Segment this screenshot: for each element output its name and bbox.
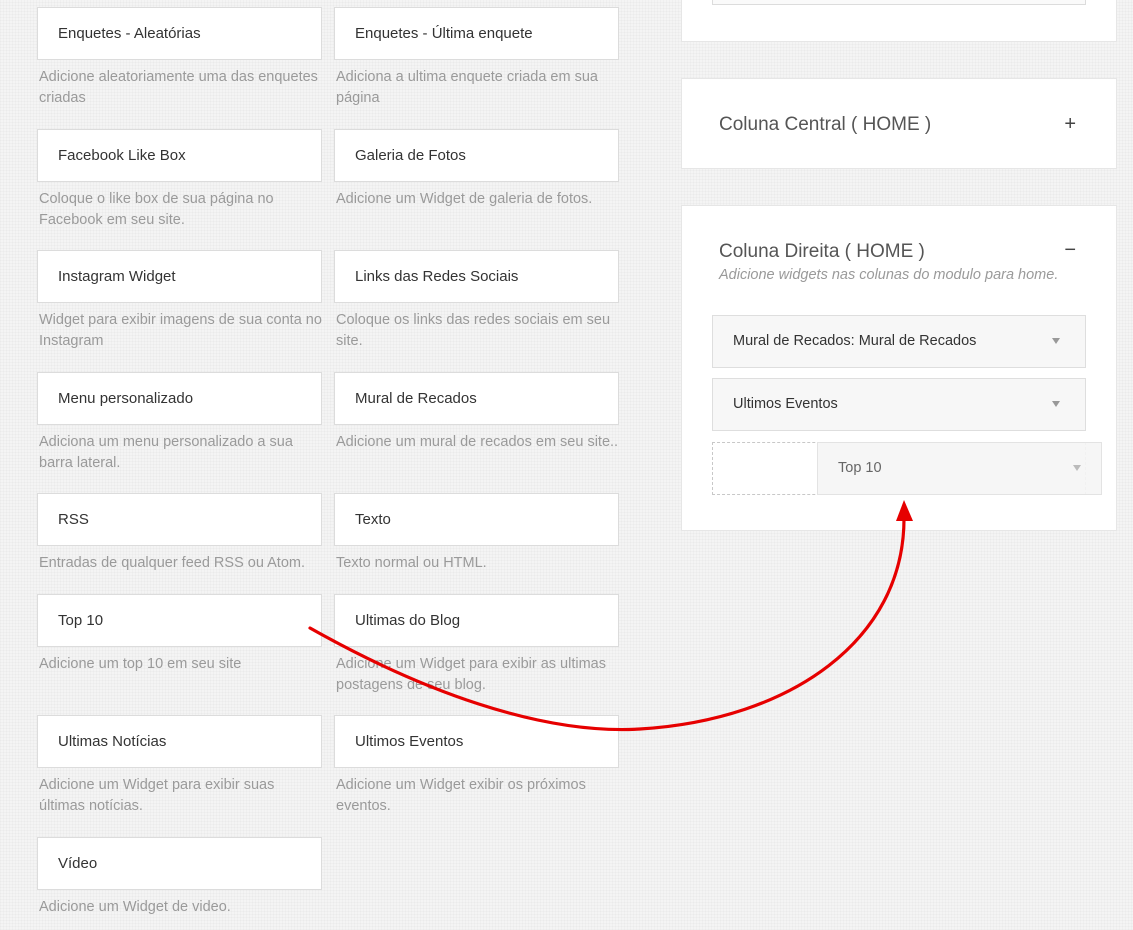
widget-title[interactable]: Vídeo bbox=[37, 837, 322, 890]
widget-title[interactable]: Menu personalizado bbox=[37, 372, 322, 425]
widget-description: Adicione aleatoriamente uma das enquetes… bbox=[39, 69, 318, 106]
sidebar-widget-label: Top 10 bbox=[838, 460, 882, 476]
caret-down-icon[interactable] bbox=[1052, 338, 1060, 344]
widget-description: Adicione um Widget exibir os próximos ev… bbox=[336, 777, 586, 814]
widget-ultimos-eventos[interactable]: Ultimos Eventos Adicione um Widget exibi… bbox=[334, 715, 619, 817]
widget-title[interactable]: Ultimas Notícias bbox=[37, 715, 322, 768]
widget-description: Adicione um mural de recados em seu site… bbox=[336, 434, 619, 450]
widget-title[interactable]: Galeria de Fotos bbox=[334, 129, 619, 182]
widget-description: Adiciona um menu personalizado a sua bar… bbox=[39, 434, 293, 471]
widget-description: Adicione um Widget de galeria de fotos. bbox=[336, 191, 593, 207]
widget-title[interactable]: Enquetes - Aleatórias bbox=[37, 7, 322, 60]
widget-title[interactable]: Ultimos Eventos bbox=[334, 715, 619, 768]
widget-ultimas-do-blog[interactable]: Ultimas do Blog Adicione um Widget para … bbox=[334, 594, 619, 696]
widget-description: Adicione um Widget para exibir as ultima… bbox=[336, 656, 606, 693]
widget-description: Coloque o like box de sua página no Face… bbox=[39, 191, 274, 228]
widget-description: Adicione um Widget para exibir suas últi… bbox=[39, 777, 275, 814]
sidebar-widget-label: Ultimos Eventos bbox=[733, 396, 838, 412]
widget-texto[interactable]: Texto Texto normal ou HTML. bbox=[334, 493, 619, 574]
widget-title[interactable]: Mural de Recados bbox=[334, 372, 619, 425]
widget-rss[interactable]: RSS Entradas de qualquer feed RSS ou Ato… bbox=[37, 493, 322, 574]
widget-title[interactable]: Links das Redes Sociais bbox=[334, 250, 619, 303]
sidebar-panel-previous bbox=[681, 0, 1117, 42]
widget-mural-de-recados[interactable]: Mural de Recados Adicione um mural de re… bbox=[334, 372, 619, 453]
widget-description: Widget para exibir imagens de sua conta … bbox=[39, 312, 322, 349]
sidebar-title[interactable]: Coluna Direita ( HOME ) bbox=[719, 241, 925, 263]
sidebar-description: Adicione widgets nas colunas do modulo p… bbox=[719, 267, 1059, 283]
widget-enquetes-aleatorias[interactable]: Enquetes - Aleatórias Adicione aleatoria… bbox=[37, 7, 322, 109]
widget-ultimas-noticias[interactable]: Ultimas Notícias Adicione um Widget para… bbox=[37, 715, 322, 817]
widget-title[interactable]: Texto bbox=[334, 493, 619, 546]
widget-galeria-de-fotos[interactable]: Galeria de Fotos Adicione um Widget de g… bbox=[334, 129, 619, 210]
sidebar-widget-label: Mural de Recados: Mural de Recados bbox=[733, 333, 977, 349]
caret-down-icon[interactable] bbox=[1052, 401, 1060, 407]
widget-instagram[interactable]: Instagram Widget Widget para exibir imag… bbox=[37, 250, 322, 352]
caret-down-icon[interactable] bbox=[1073, 465, 1081, 471]
widget-description: Coloque os links das redes sociais em se… bbox=[336, 312, 611, 349]
widget-title[interactable]: Ultimas do Blog bbox=[334, 594, 619, 647]
widget-description: Texto normal ou HTML. bbox=[336, 555, 487, 571]
widget-title[interactable]: Instagram Widget bbox=[37, 250, 322, 303]
widget-menu-personalizado[interactable]: Menu personalizado Adiciona um menu pers… bbox=[37, 372, 322, 474]
sidebar-coluna-direita: Coluna Direita ( HOME ) − Adicione widge… bbox=[681, 205, 1117, 531]
widget-title[interactable]: Facebook Like Box bbox=[37, 129, 322, 182]
sidebar-coluna-central: Coluna Central ( HOME ) + bbox=[681, 78, 1117, 169]
widget-title[interactable]: Enquetes - Última enquete bbox=[334, 7, 619, 60]
expand-icon[interactable]: + bbox=[1064, 114, 1076, 134]
sidebar-widget-ultimos-eventos[interactable]: Ultimos Eventos bbox=[712, 378, 1086, 431]
widget-video[interactable]: Vídeo Adicione um Widget de video. bbox=[37, 837, 322, 918]
sidebar-widget-stub[interactable] bbox=[712, 0, 1086, 5]
widget-description: Adiciona a ultima enquete criada em sua … bbox=[336, 69, 598, 106]
available-widgets: Enquetes - Aleatórias Adicione aleatoria… bbox=[0, 0, 640, 930]
sidebar-title[interactable]: Coluna Central ( HOME ) bbox=[719, 114, 931, 136]
widget-description: Adicione um top 10 em seu site bbox=[39, 656, 242, 672]
widget-links-redes-sociais[interactable]: Links das Redes Sociais Coloque os links… bbox=[334, 250, 619, 352]
dragging-widget-top-10[interactable]: Top 10 bbox=[817, 442, 1102, 495]
sidebar-widget-mural-de-recados[interactable]: Mural de Recados: Mural de Recados bbox=[712, 315, 1086, 368]
widget-enquetes-ultima[interactable]: Enquetes - Última enquete Adiciona a ult… bbox=[334, 7, 619, 109]
widget-facebook-like-box[interactable]: Facebook Like Box Coloque o like box de … bbox=[37, 129, 322, 231]
widget-description: Adicione um Widget de video. bbox=[39, 899, 231, 915]
collapse-icon[interactable]: − bbox=[1064, 240, 1076, 260]
widget-title[interactable]: Top 10 bbox=[37, 594, 322, 647]
widget-title[interactable]: RSS bbox=[37, 493, 322, 546]
widget-description: Entradas de qualquer feed RSS ou Atom. bbox=[39, 555, 306, 571]
widget-top-10[interactable]: Top 10 Adicione um top 10 em seu site bbox=[37, 594, 322, 675]
